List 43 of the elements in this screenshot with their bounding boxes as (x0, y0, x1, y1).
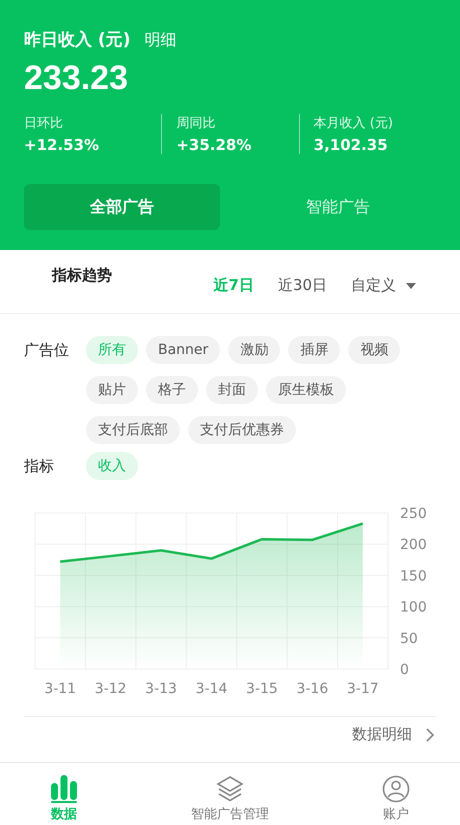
stat-label: 日环比 (24, 115, 64, 132)
user-icon (382, 775, 410, 803)
nav-tab[interactable]: 账户 (332, 763, 460, 825)
axis-label: 250 (400, 506, 427, 522)
filter-chip[interactable]: 支付后优惠券 (188, 416, 296, 444)
filter-label: 指标 (24, 456, 55, 477)
nav-tab[interactable]: 智能广告管理 (128, 763, 332, 825)
filter-chip[interactable]: 支付后底部 (86, 416, 180, 444)
axis-label: 3-15 (246, 681, 278, 697)
income-amount: 233.23 (24, 59, 129, 98)
data-detail-link[interactable]: 数据明细 (352, 725, 434, 744)
chevron-right-icon (426, 728, 434, 742)
axis-label: 50 (400, 630, 418, 647)
filter-chip[interactable]: 封面 (206, 376, 258, 404)
range-tab[interactable]: 近30日 (278, 276, 327, 295)
filter-chip[interactable]: 插屏 (288, 336, 340, 364)
bar-chart-icon (50, 773, 78, 803)
filter-label: 广告位 (24, 340, 70, 361)
filter-chip[interactable]: 视频 (348, 336, 400, 364)
filter-chip[interactable]: 原生模板 (266, 376, 346, 404)
axis-label: 100 (400, 600, 427, 616)
stat-value: 3,102.35 (314, 136, 389, 154)
axis-label: 200 (400, 537, 427, 554)
axis-label: 0 (400, 662, 409, 678)
filter-chip[interactable]: 格子 (146, 376, 198, 404)
axis-label: 3-14 (196, 681, 228, 697)
axis-label: 3-17 (346, 681, 379, 697)
filter-chip[interactable]: 激励 (228, 336, 280, 364)
axis-label: 150 (400, 568, 427, 584)
filter-chip[interactable]: 贴片 (86, 376, 138, 404)
axis-label: 3-16 (296, 681, 328, 697)
stat-value: +35.28% (176, 136, 252, 154)
stat-value: +12.53% (24, 136, 100, 154)
range-tab[interactable]: 自定义 (351, 276, 416, 295)
section-title: 指标趋势 (52, 266, 113, 285)
layers-icon (216, 775, 244, 803)
stat-label: 周同比 (176, 115, 216, 132)
axis-label: 3-11 (44, 681, 76, 697)
stat-label: 本月收入 (元) (314, 115, 394, 132)
income-title: 昨日收入 (元) (24, 29, 130, 51)
axis-label: 3-12 (94, 681, 127, 697)
axis-label: 3-13 (145, 681, 177, 697)
filter-chip[interactable]: Banner (146, 336, 220, 364)
